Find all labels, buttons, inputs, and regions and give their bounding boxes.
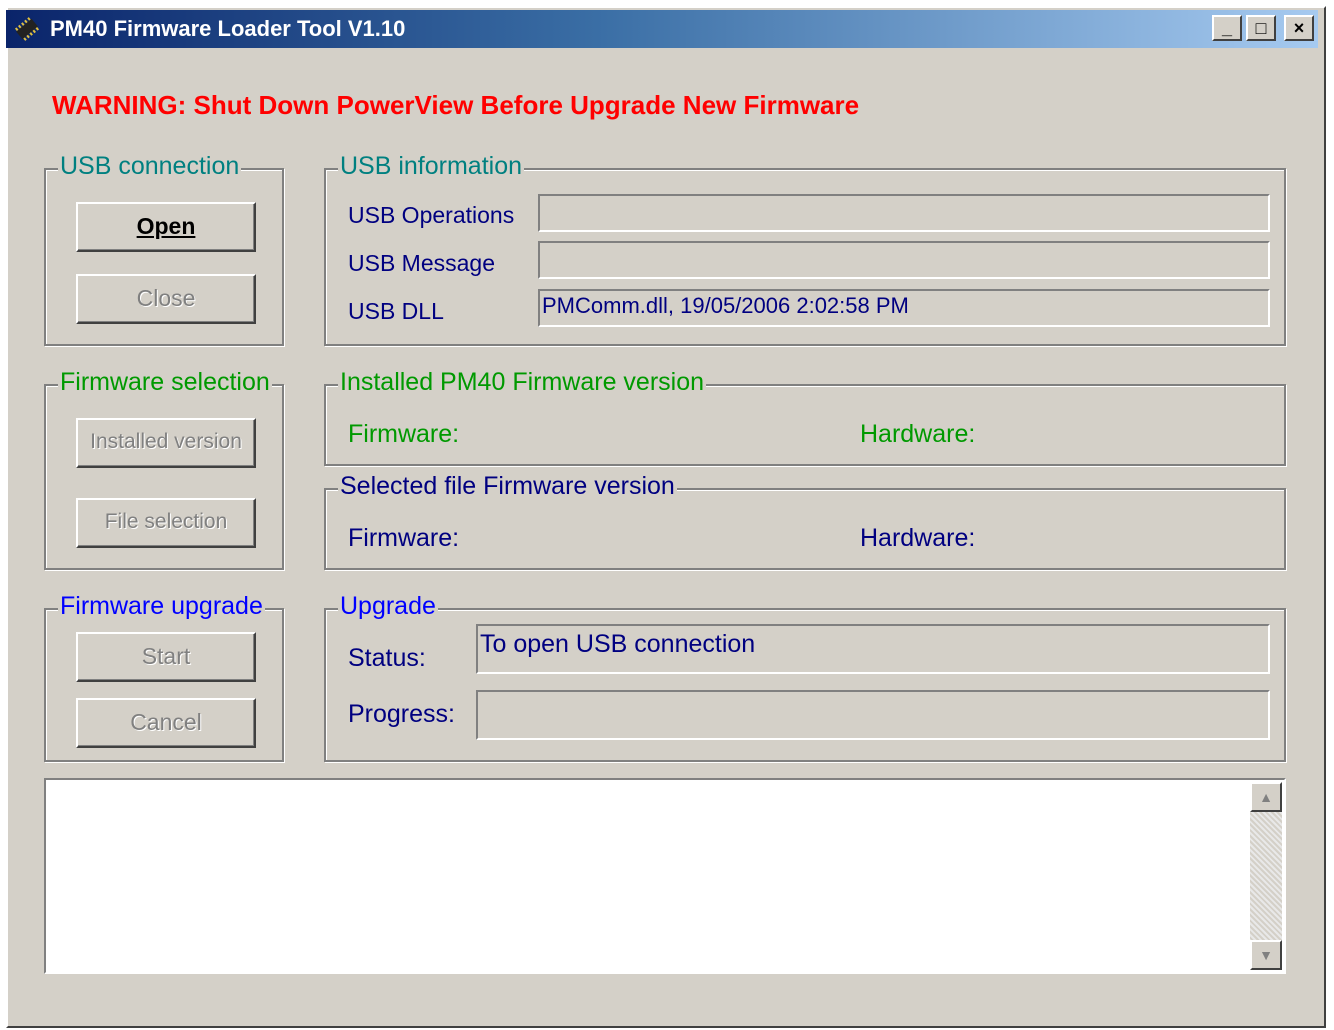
file-selection-button[interactable]: File selection (76, 498, 256, 548)
upgrade-legend: Upgrade (338, 592, 438, 621)
usb-dll-field: PMComm.dll, 19/05/2006 2:02:58 PM (538, 289, 1270, 327)
minimize-button[interactable]: _ (1212, 15, 1242, 41)
usb-message-field (538, 241, 1270, 279)
open-button[interactable]: Open (76, 202, 256, 252)
usb-operations-field (538, 194, 1270, 232)
installed-version-button[interactable]: Installed version (76, 418, 256, 468)
cancel-button-label: Cancel (130, 709, 202, 735)
progress-bar (476, 690, 1270, 740)
close-button-label: Close (136, 285, 196, 311)
start-button[interactable]: Start (76, 632, 256, 682)
maximize-button[interactable]: □ (1246, 15, 1276, 41)
installed-version-button-label: Installed version (90, 430, 242, 453)
progress-label: Progress: (348, 700, 455, 728)
log-textarea[interactable]: ▲ ▼ (44, 778, 1286, 974)
title-bar[interactable]: PM40 Firmware Loader Tool V1.10 _ □ × (6, 10, 1318, 48)
log-scrollbar[interactable]: ▲ ▼ (1250, 782, 1282, 970)
firmware-selection-legend: Firmware selection (58, 368, 272, 397)
scroll-up-arrow-icon[interactable]: ▲ (1250, 782, 1282, 812)
close-button[interactable]: Close (76, 274, 256, 324)
installed-version-legend: Installed PM40 Firmware version (338, 368, 707, 397)
installed-hardware-label: Hardware: (860, 420, 976, 448)
chip-icon (14, 17, 40, 41)
scroll-down-arrow-icon[interactable]: ▼ (1250, 940, 1282, 970)
selected-file-version-legend: Selected file Firmware version (338, 472, 677, 501)
firmware-upgrade-legend: Firmware upgrade (58, 592, 265, 621)
selected-file-version-group: Selected file Firmware version (324, 472, 1286, 570)
window-title: PM40 Firmware Loader Tool V1.10 (50, 16, 406, 41)
usb-operations-label: USB Operations (348, 202, 515, 228)
status-field: To open USB connection (476, 624, 1270, 674)
usb-message-label: USB Message (348, 250, 496, 276)
start-button-label: Start (141, 643, 191, 669)
file-selection-button-label: File selection (104, 510, 228, 533)
warning-message: WARNING: Shut Down PowerView Before Upgr… (52, 90, 860, 120)
usb-dll-label: USB DLL (348, 298, 444, 324)
selected-firmware-label: Firmware: (348, 524, 460, 552)
status-label: Status: (348, 644, 426, 672)
usb-connection-legend: USB connection (58, 152, 242, 181)
installed-version-group: Installed PM40 Firmware version (324, 368, 1286, 466)
log-text (46, 780, 1284, 788)
installed-firmware-label: Firmware: (348, 420, 460, 448)
open-button-label: Open (136, 213, 196, 239)
close-window-button[interactable]: × (1284, 15, 1314, 41)
cancel-button[interactable]: Cancel (76, 698, 256, 748)
selected-hardware-label: Hardware: (860, 524, 976, 552)
usb-information-legend: USB information (338, 152, 525, 181)
